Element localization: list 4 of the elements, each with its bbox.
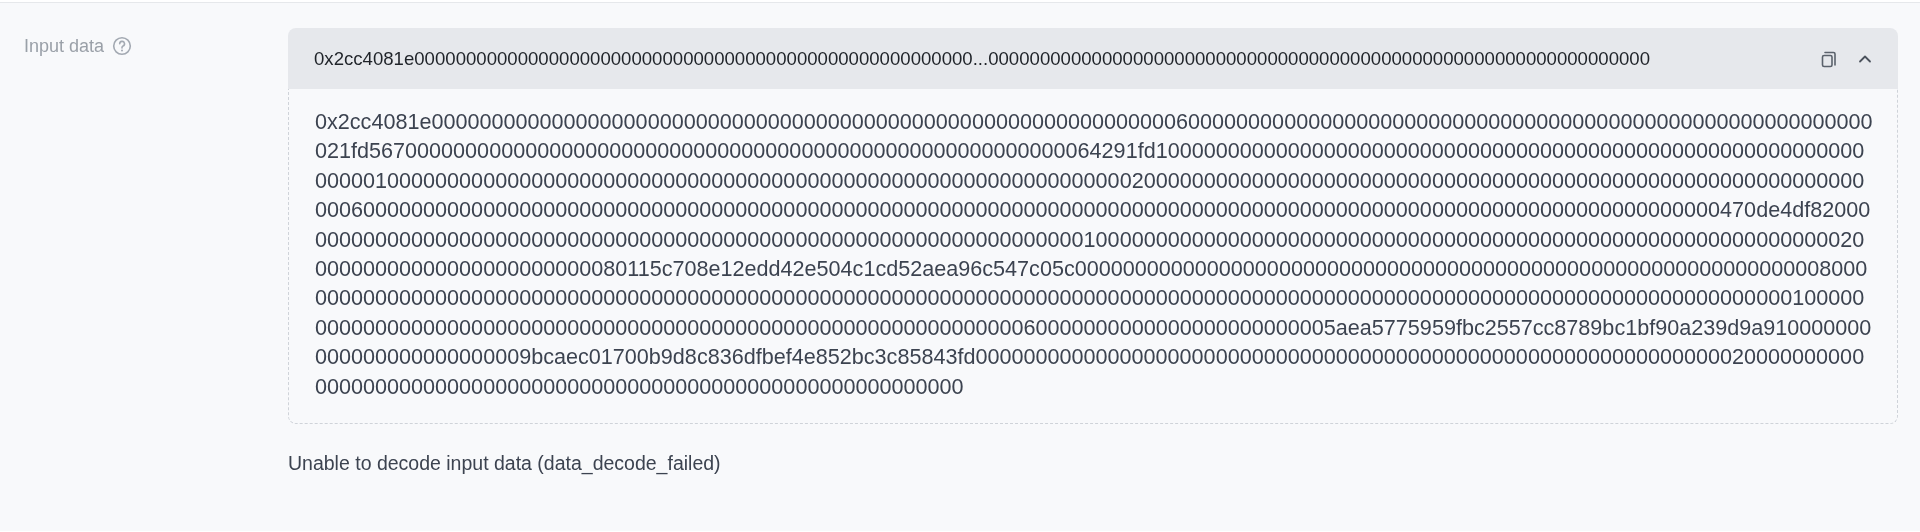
data-preview: 0x2cc4081e000000000000000000000000000000000000000000000000000000...0000000000000000000000000000000000000000000000000000000000000000 [314, 47, 1651, 70]
field-label: Input data [24, 35, 105, 58]
raw-data-text: 0x2cc4081e000000000000000000000000000000000000000000000000000000000000006000000000000000000000000000000000000000000000000000000000021fd5670000000000000000000000000000000000000000000000000000000064291fd10000000000000000000000000000000000000000000000000000000000000001000000000000000000000000000000000000000000000000000000000000002000000000000000000000000000000000000000000000000000000000000000600000000000000000000000000000000000000000000000000000000000000000000000000000000000000000000000000000000000000000470de4df8200000000000000000000000000000000000000000000000000000000000000000001000000000000000000000000000000000000000000000000000000000000002000000000000000000000000080115c708e12edd42e504c1cd52aea96c547c05c0000000000000000000000000000000000000000000000000000000000000080000000000000000000000000000000000000000000000000000000000000000000000000000000000000000000000000000000000000000000000000000001000000000000000000000000000000000000000000000000000000000000000060000000000000000000000005aea5775959fbc2557cc8789bc1bf90a239d9a910000000000000000000000009bcaec01700b9d8c836dfbef4e852bc3c85843fd00000000000000000000000000000000000000000000000000000000000000020000000000000000000000000000000000000000000000000000000000000000 [315, 108, 1873, 401]
decode-error-text: Unable to decode input data (data_decode_failed) [288, 452, 722, 476]
